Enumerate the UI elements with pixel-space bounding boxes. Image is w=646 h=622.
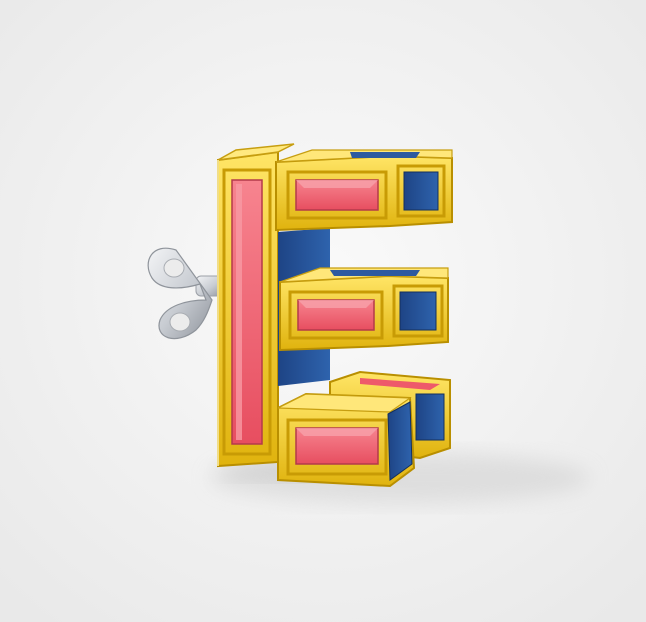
top-arm [275,149,453,232]
scene [0,0,646,622]
bottom-arm [277,392,416,488]
middle-arm [279,267,449,352]
letter-e-illustration [0,0,646,622]
